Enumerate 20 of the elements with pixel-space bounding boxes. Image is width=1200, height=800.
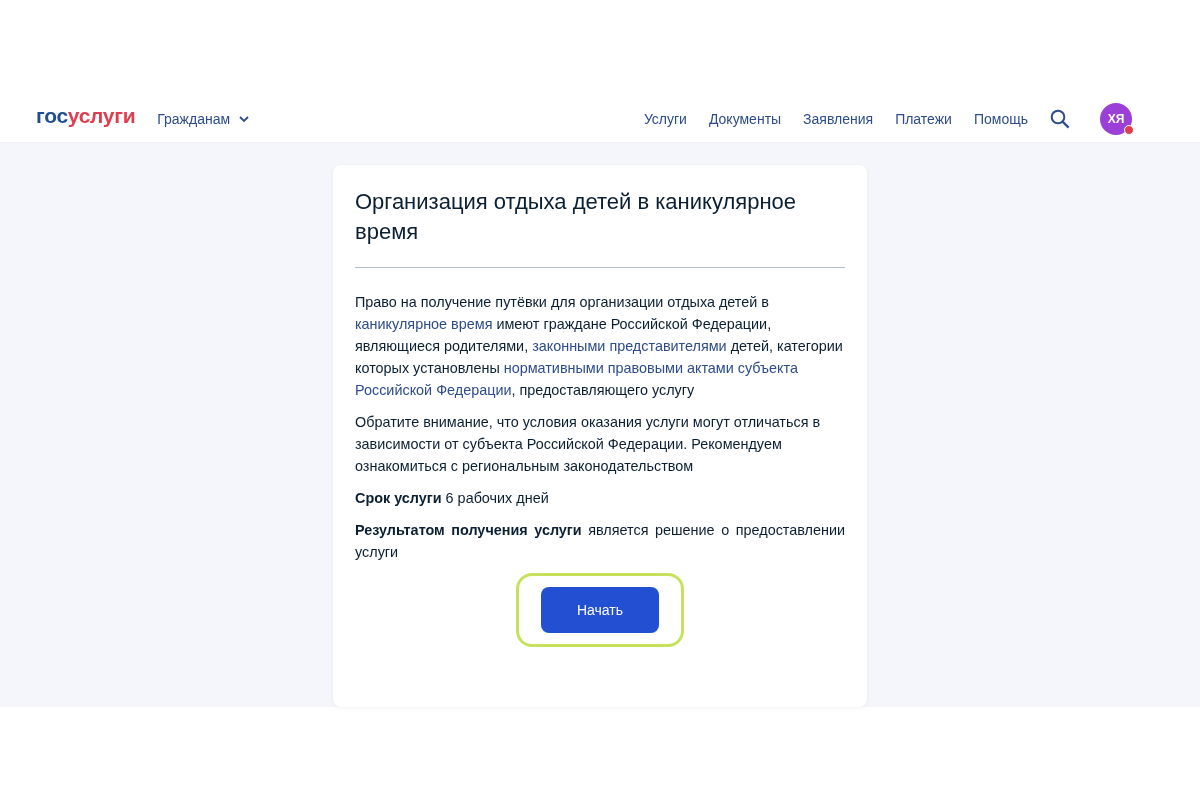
audience-menu[interactable]: Гражданам [157,110,251,127]
card-title: Организация отдыха детей в каникулярное время [355,188,798,246]
chevron-icon [238,114,251,123]
nav-link[interactable]: Помощь [973,110,1028,127]
logo[interactable]: госуслуги [36,103,136,128]
start-button[interactable]: Начать [541,587,659,633]
paragraph: Результатом получения услуги является решение о предоставлении услуги [355,521,845,562]
text-link[interactable]: законными представителями [532,338,727,354]
nav-link[interactable]: Документы [708,110,782,127]
paragraph: Срок услуги 6 рабочих дней [355,489,550,508]
text-link[interactable]: нормативными правовыми актами субъекта [503,360,798,376]
paragraph: Обратите внимание, что условия оказания услуги могут отличаться в зависимости от субъекта Российской Федерации. Рекомендуем ознакомиться с региональным законодательством [355,413,822,476]
text-link[interactable]: каникулярное время [355,316,493,332]
paragraph: Право на получение путёвки для организации отдыха детей в каникулярное время имеют граждане Российской Федерации, являющиеся родителями, законными представителями детей, категории которых установлены нормативными правовыми актами субъекта Российской Федерации, предоставляющего услугу [355,293,844,400]
avatar[interactable]: ХЯ [1100,102,1132,135]
text-link[interactable]: Российской Федерации [355,382,512,398]
nav-link[interactable]: Платежи [895,110,952,127]
search-icon[interactable] [1050,108,1070,129]
nav-link[interactable]: Заявления [803,110,874,127]
nav-link[interactable]: Услуги [643,110,687,127]
